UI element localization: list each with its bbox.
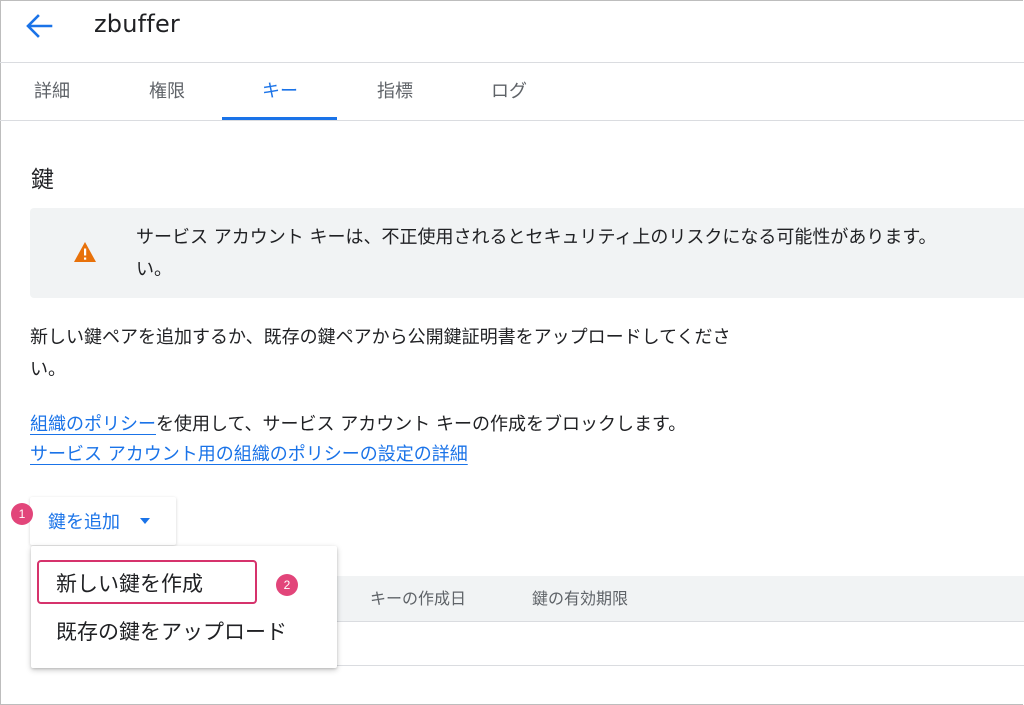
tab-bar: 詳細 権限 キー 指標 ログ <box>0 63 1024 121</box>
tab-metrics[interactable]: 指標 <box>373 63 417 120</box>
menu-item-upload-existing-key[interactable]: 既存の鍵をアップロード <box>31 610 337 654</box>
tab-details[interactable]: 詳細 <box>30 63 74 120</box>
keys-table-header: キーの作成日 鍵の有効期限 <box>332 576 1024 622</box>
policy-text: を使用して、サービス アカウント キーの作成をブロックします。 <box>156 414 687 435</box>
description-text: 新しい鍵ペアを追加するか、既存の鍵ペアから公開鍵証明書をアップロードしてくださ … <box>30 327 731 380</box>
add-key-dropdown-menu: 新しい鍵を作成 既存の鍵をアップロード <box>31 546 337 668</box>
add-key-button[interactable]: 鍵を追加 <box>30 497 176 545</box>
step-badge-1: 1 <box>11 503 33 525</box>
tab-keys[interactable]: キー <box>258 63 302 120</box>
add-key-label: 鍵を追加 <box>48 512 120 533</box>
table-divider <box>332 665 1024 666</box>
annotation-highlight <box>37 560 257 604</box>
caret-down-icon <box>140 518 150 524</box>
arrow-left-icon[interactable] <box>24 12 54 40</box>
step-badge-2: 2 <box>276 574 298 596</box>
warning-banner: サービス アカウント キーは、不正使用されるとセキュリティ上のリスクになる可能性… <box>30 208 1024 298</box>
menu-item-upload-label: 既存の鍵をアップロード <box>56 620 287 644</box>
policy-line: 組織のポリシーを使用して、サービス アカウント キーの作成をブロックします。 <box>30 410 686 440</box>
column-header-expiry[interactable]: 鍵の有効期限 <box>532 576 628 621</box>
tab-permissions[interactable]: 権限 <box>145 63 189 120</box>
tab-logs[interactable]: ログ <box>487 63 531 120</box>
warning-text: サービス アカウント キーは、不正使用されるとセキュリティ上のリスクになる可能性… <box>136 227 937 280</box>
column-header-created[interactable]: キーの作成日 <box>370 576 466 621</box>
org-policy-details-link[interactable]: サービス アカウント用の組織のポリシーの設定の詳細 <box>30 444 468 465</box>
page-header: zbuffer <box>0 0 1024 63</box>
policy-details-line: サービス アカウント用の組織のポリシーの設定の詳細 <box>30 440 468 470</box>
page-title: zbuffer <box>94 10 180 38</box>
section-title: 鍵 <box>31 167 54 193</box>
warning-icon <box>74 242 96 262</box>
active-tab-indicator <box>222 117 337 120</box>
org-policy-link[interactable]: 組織のポリシー <box>30 414 156 435</box>
